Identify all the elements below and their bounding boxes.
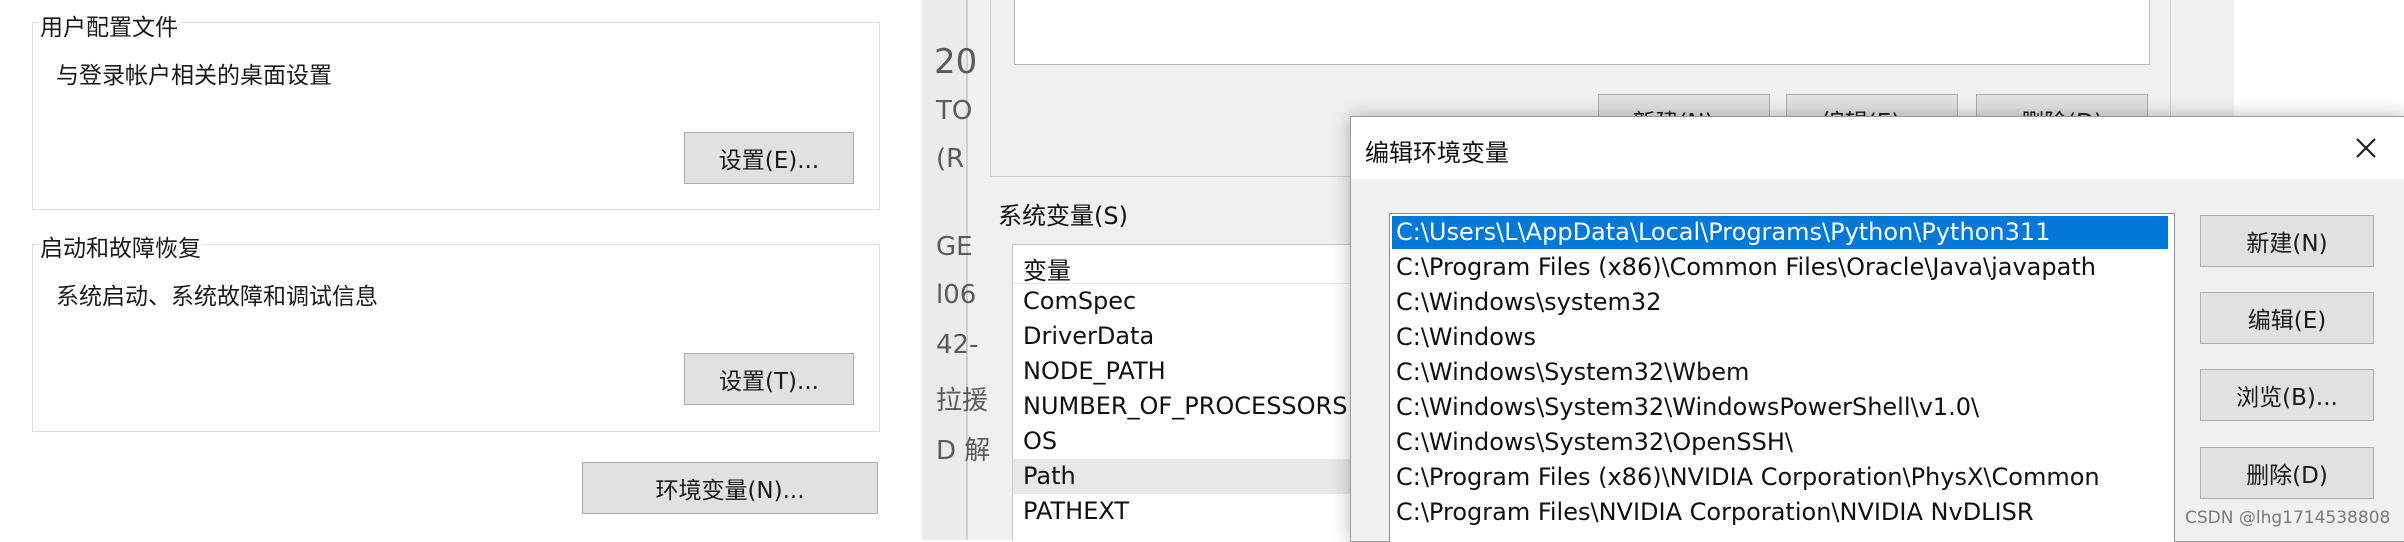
edit-path-button[interactable]: 编辑(E) — [2200, 292, 2374, 344]
list-item[interactable]: DriverData — [1023, 322, 1154, 350]
path-item[interactable]: C:\Windows\system32 — [1392, 286, 2168, 319]
dialog-title: 编辑环境变量 — [1365, 139, 1509, 167]
path-item[interactable]: C:\Program Files (x86)\NVIDIA Corporatio… — [1392, 461, 2168, 494]
list-item[interactable]: ComSpec — [1023, 287, 1136, 315]
system-variables-label: 系统变量(S) — [998, 202, 1128, 230]
path-item[interactable]: C:\Program Files\NVIDIA Corporation\NVID… — [1392, 496, 2168, 529]
cut-text-5: l06 — [936, 280, 977, 310]
list-item[interactable]: PATHEXT — [1023, 497, 1129, 525]
user-profiles-title: 用户配置文件 — [38, 8, 180, 42]
path-item[interactable]: C:\Windows — [1392, 321, 2168, 354]
cut-text-6: 42- — [936, 330, 979, 360]
user-variables-list[interactable] — [1014, 0, 2150, 65]
list-header-divider — [1013, 283, 1373, 284]
startup-recovery-desc: 系统启动、系统故障和调试信息 — [56, 284, 378, 310]
user-profiles-settings-button[interactable]: 设置(E)... — [684, 132, 854, 184]
list-item-selected[interactable]: Path — [1023, 462, 1076, 490]
system-variables-list[interactable]: 变量 ComSpec DriverData NODE_PATH NUMBER_O… — [1012, 244, 1374, 541]
list-item[interactable]: NODE_PATH — [1023, 357, 1166, 385]
user-profiles-desc: 与登录帐户相关的桌面设置 — [56, 63, 332, 89]
cut-text-2: TO — [936, 96, 973, 126]
cut-text-4: GE — [936, 232, 973, 262]
cut-text-1: 20 — [934, 42, 978, 82]
delete-path-button[interactable]: 删除(D) — [2200, 447, 2374, 499]
cut-text-8: D 解 — [936, 436, 991, 466]
close-icon[interactable] — [2349, 131, 2383, 165]
path-item-selected[interactable]: C:\Users\L\AppData\Local\Programs\Python… — [1392, 216, 2168, 249]
path-item[interactable]: C:\Windows\System32\Wbem — [1392, 356, 2168, 389]
new-path-button[interactable]: 新建(N) — [2200, 215, 2374, 267]
path-item[interactable]: C:\Windows\System32\WindowsPowerShell\v1… — [1392, 391, 2168, 424]
environment-variables-button[interactable]: 环境变量(N)... — [582, 462, 878, 514]
column-header-variable[interactable]: 变量 — [1023, 251, 1071, 286]
browse-button[interactable]: 浏览(B)... — [2200, 369, 2374, 421]
list-item[interactable]: NUMBER_OF_PROCESSORS — [1023, 392, 1347, 420]
path-item[interactable]: C:\Program Files (x86)\Common Files\Orac… — [1392, 251, 2168, 284]
edit-environment-variable-dialog: 编辑环境变量 C:\Users\L\AppData\Local\Programs… — [1350, 116, 2404, 542]
path-list[interactable]: C:\Users\L\AppData\Local\Programs\Python… — [1389, 213, 2175, 542]
cut-text-3: (R — [936, 144, 965, 174]
startup-recovery-title: 启动和故障恢复 — [38, 229, 203, 263]
watermark: CSDN @lhg1714538808 — [2185, 508, 2391, 528]
startup-recovery-settings-button[interactable]: 设置(T)... — [684, 353, 854, 405]
list-item[interactable]: OS — [1023, 427, 1057, 455]
path-item[interactable]: C:\Windows\System32\OpenSSH\ — [1392, 426, 2168, 459]
user-vars-frame-left — [990, 0, 991, 176]
cut-text-7: 拉援 — [936, 386, 989, 416]
